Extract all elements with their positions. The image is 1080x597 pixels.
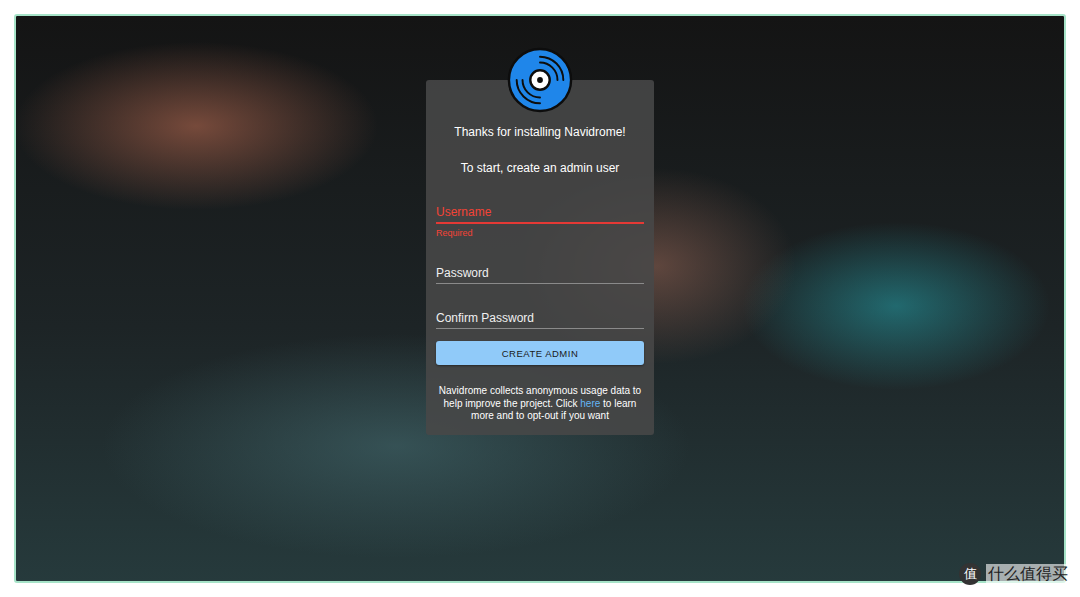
watermark-badge-icon: 值 (959, 563, 981, 585)
form-field[interactable]: Username Required (436, 202, 644, 239)
form-field[interactable]: Confirm Password (436, 308, 644, 329)
welcome-subtitle: To start, create an admin user (436, 160, 644, 176)
field-label: Password (436, 266, 489, 280)
field-helper: Required (436, 227, 644, 239)
field-label: Username (436, 205, 491, 219)
watermark: 值什么值得买 (959, 563, 1070, 585)
vinyl-logo-icon (506, 46, 574, 114)
signup-card: Thanks for installing Navidrome! To start… (426, 80, 654, 435)
usage-notice: Navidrome collects anonymous usage data … (436, 385, 644, 423)
create-admin-button[interactable]: CREATE ADMIN (436, 341, 644, 365)
welcome-title: Thanks for installing Navidrome! (436, 124, 644, 140)
field-input[interactable]: Password (436, 263, 644, 284)
screenshot-frame: Thanks for installing Navidrome! To start… (14, 14, 1066, 583)
field-label: Confirm Password (436, 311, 534, 325)
page: Thanks for installing Navidrome! To start… (0, 0, 1080, 597)
field-input[interactable]: Username (436, 202, 644, 224)
watermark-text: 什么值得买 (986, 564, 1070, 585)
background-photo: Thanks for installing Navidrome! To start… (16, 16, 1064, 581)
field-input[interactable]: Confirm Password (436, 308, 644, 329)
form-field[interactable]: Password (436, 263, 644, 284)
opt-out-link[interactable]: here (580, 398, 600, 409)
